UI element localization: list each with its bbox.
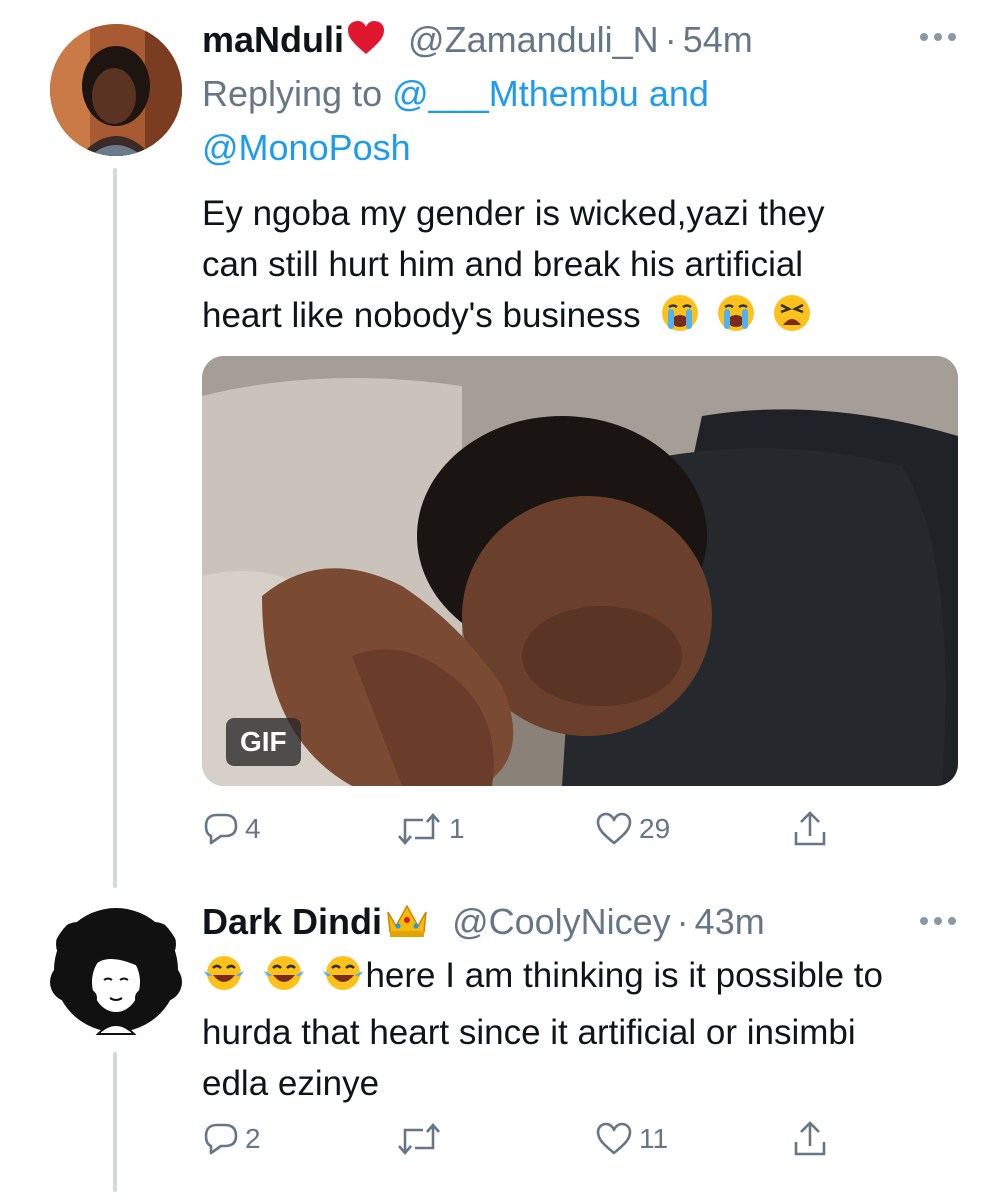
separator: · (664, 19, 677, 60)
retweet-count: 1 (449, 813, 465, 844)
reply-icon (203, 1122, 239, 1156)
replying-to: Replying to @___Mthembu and (202, 72, 709, 116)
like-count: 29 (639, 813, 671, 844)
gif-image (202, 356, 958, 786)
avatar[interactable] (48, 904, 184, 1040)
mention-link[interactable]: @MonoPosh (202, 127, 411, 168)
tweet-text-line: can still hurt him and break his artific… (202, 245, 804, 284)
afro-silhouette-avatar (50, 908, 182, 1035)
reply-icon (203, 812, 239, 846)
replying-prefix: Replying to (202, 73, 383, 114)
tweet-text-line-with-emojis: heart like nobody's business (202, 290, 962, 347)
tweet-text-line-with-emojis: here I am thinking is it possible to (202, 950, 972, 1007)
tweet-text: here I am thinking is it possible to hur… (202, 950, 972, 1109)
tweet-text: Ey ngoba my gender is wicked,yazi they c… (202, 188, 962, 347)
reply-button[interactable]: 2 (203, 1122, 261, 1156)
share-icon (792, 810, 828, 848)
tweet-text-line: here I am thinking is it possible to (365, 956, 883, 995)
thread-connector (113, 168, 117, 888)
timestamp[interactable]: 54m (683, 19, 753, 60)
like-icon (595, 1122, 633, 1156)
gif-badge: GIF (226, 718, 301, 766)
more-icon[interactable] (918, 30, 958, 50)
display-name[interactable]: Dark Dindi (202, 901, 382, 942)
reply-count: 4 (245, 813, 261, 844)
gif-media[interactable]: GIF (202, 356, 958, 786)
thread-connector (113, 1052, 117, 1192)
share-button[interactable] (792, 1120, 828, 1158)
reply-button[interactable]: 4 (203, 812, 261, 846)
like-count: 11 (639, 1123, 669, 1154)
handle[interactable]: @CoolyNicey (452, 901, 671, 942)
red-heart-emoji (346, 20, 386, 66)
mention-link[interactable]: @___Mthembu (392, 73, 639, 114)
replying-to-line-2: @MonoPosh (202, 126, 411, 170)
retweet-button[interactable] (395, 1122, 449, 1156)
weary-face-emoji (772, 293, 812, 347)
handle[interactable]: @Zamanduli_N (408, 19, 659, 60)
tweet-header: maNduli @Zamanduli_N · 54m (202, 18, 753, 66)
tweet-text-line: hurda that heart since it artificial or … (202, 1013, 856, 1052)
display-name[interactable]: maNduli (202, 19, 344, 60)
avatar-photo (50, 24, 182, 156)
face-with-tears-of-joy-emoji (202, 953, 246, 1007)
crown-emoji (384, 900, 430, 950)
like-button[interactable]: 11 (595, 1122, 668, 1156)
retweet-icon (395, 1122, 443, 1156)
like-button[interactable]: 29 (595, 812, 670, 846)
like-icon (595, 812, 633, 846)
tweet-text-line: Ey ngoba my gender is wicked,yazi they (202, 194, 825, 233)
more-icon[interactable] (918, 914, 958, 934)
separator: · (676, 901, 689, 942)
loudly-crying-face-emoji (716, 293, 756, 347)
reply-count: 2 (245, 1123, 261, 1154)
retweet-button[interactable]: 1 (395, 812, 465, 846)
replying-and: and (648, 73, 709, 114)
retweet-icon (395, 812, 443, 846)
tweet-text-line: heart like nobody's business (202, 296, 641, 335)
face-with-tears-of-joy-emoji (321, 953, 365, 1007)
face-with-tears-of-joy-emoji (262, 953, 306, 1007)
share-icon (792, 1120, 828, 1158)
tweet-text-line: edla ezinye (202, 1064, 380, 1103)
avatar[interactable] (50, 24, 182, 156)
tweet-header: Dark Dindi @CoolyNicey · 43m (202, 900, 765, 950)
loudly-crying-face-emoji (660, 293, 700, 347)
timestamp[interactable]: 43m (695, 901, 765, 942)
share-button[interactable] (792, 810, 828, 848)
